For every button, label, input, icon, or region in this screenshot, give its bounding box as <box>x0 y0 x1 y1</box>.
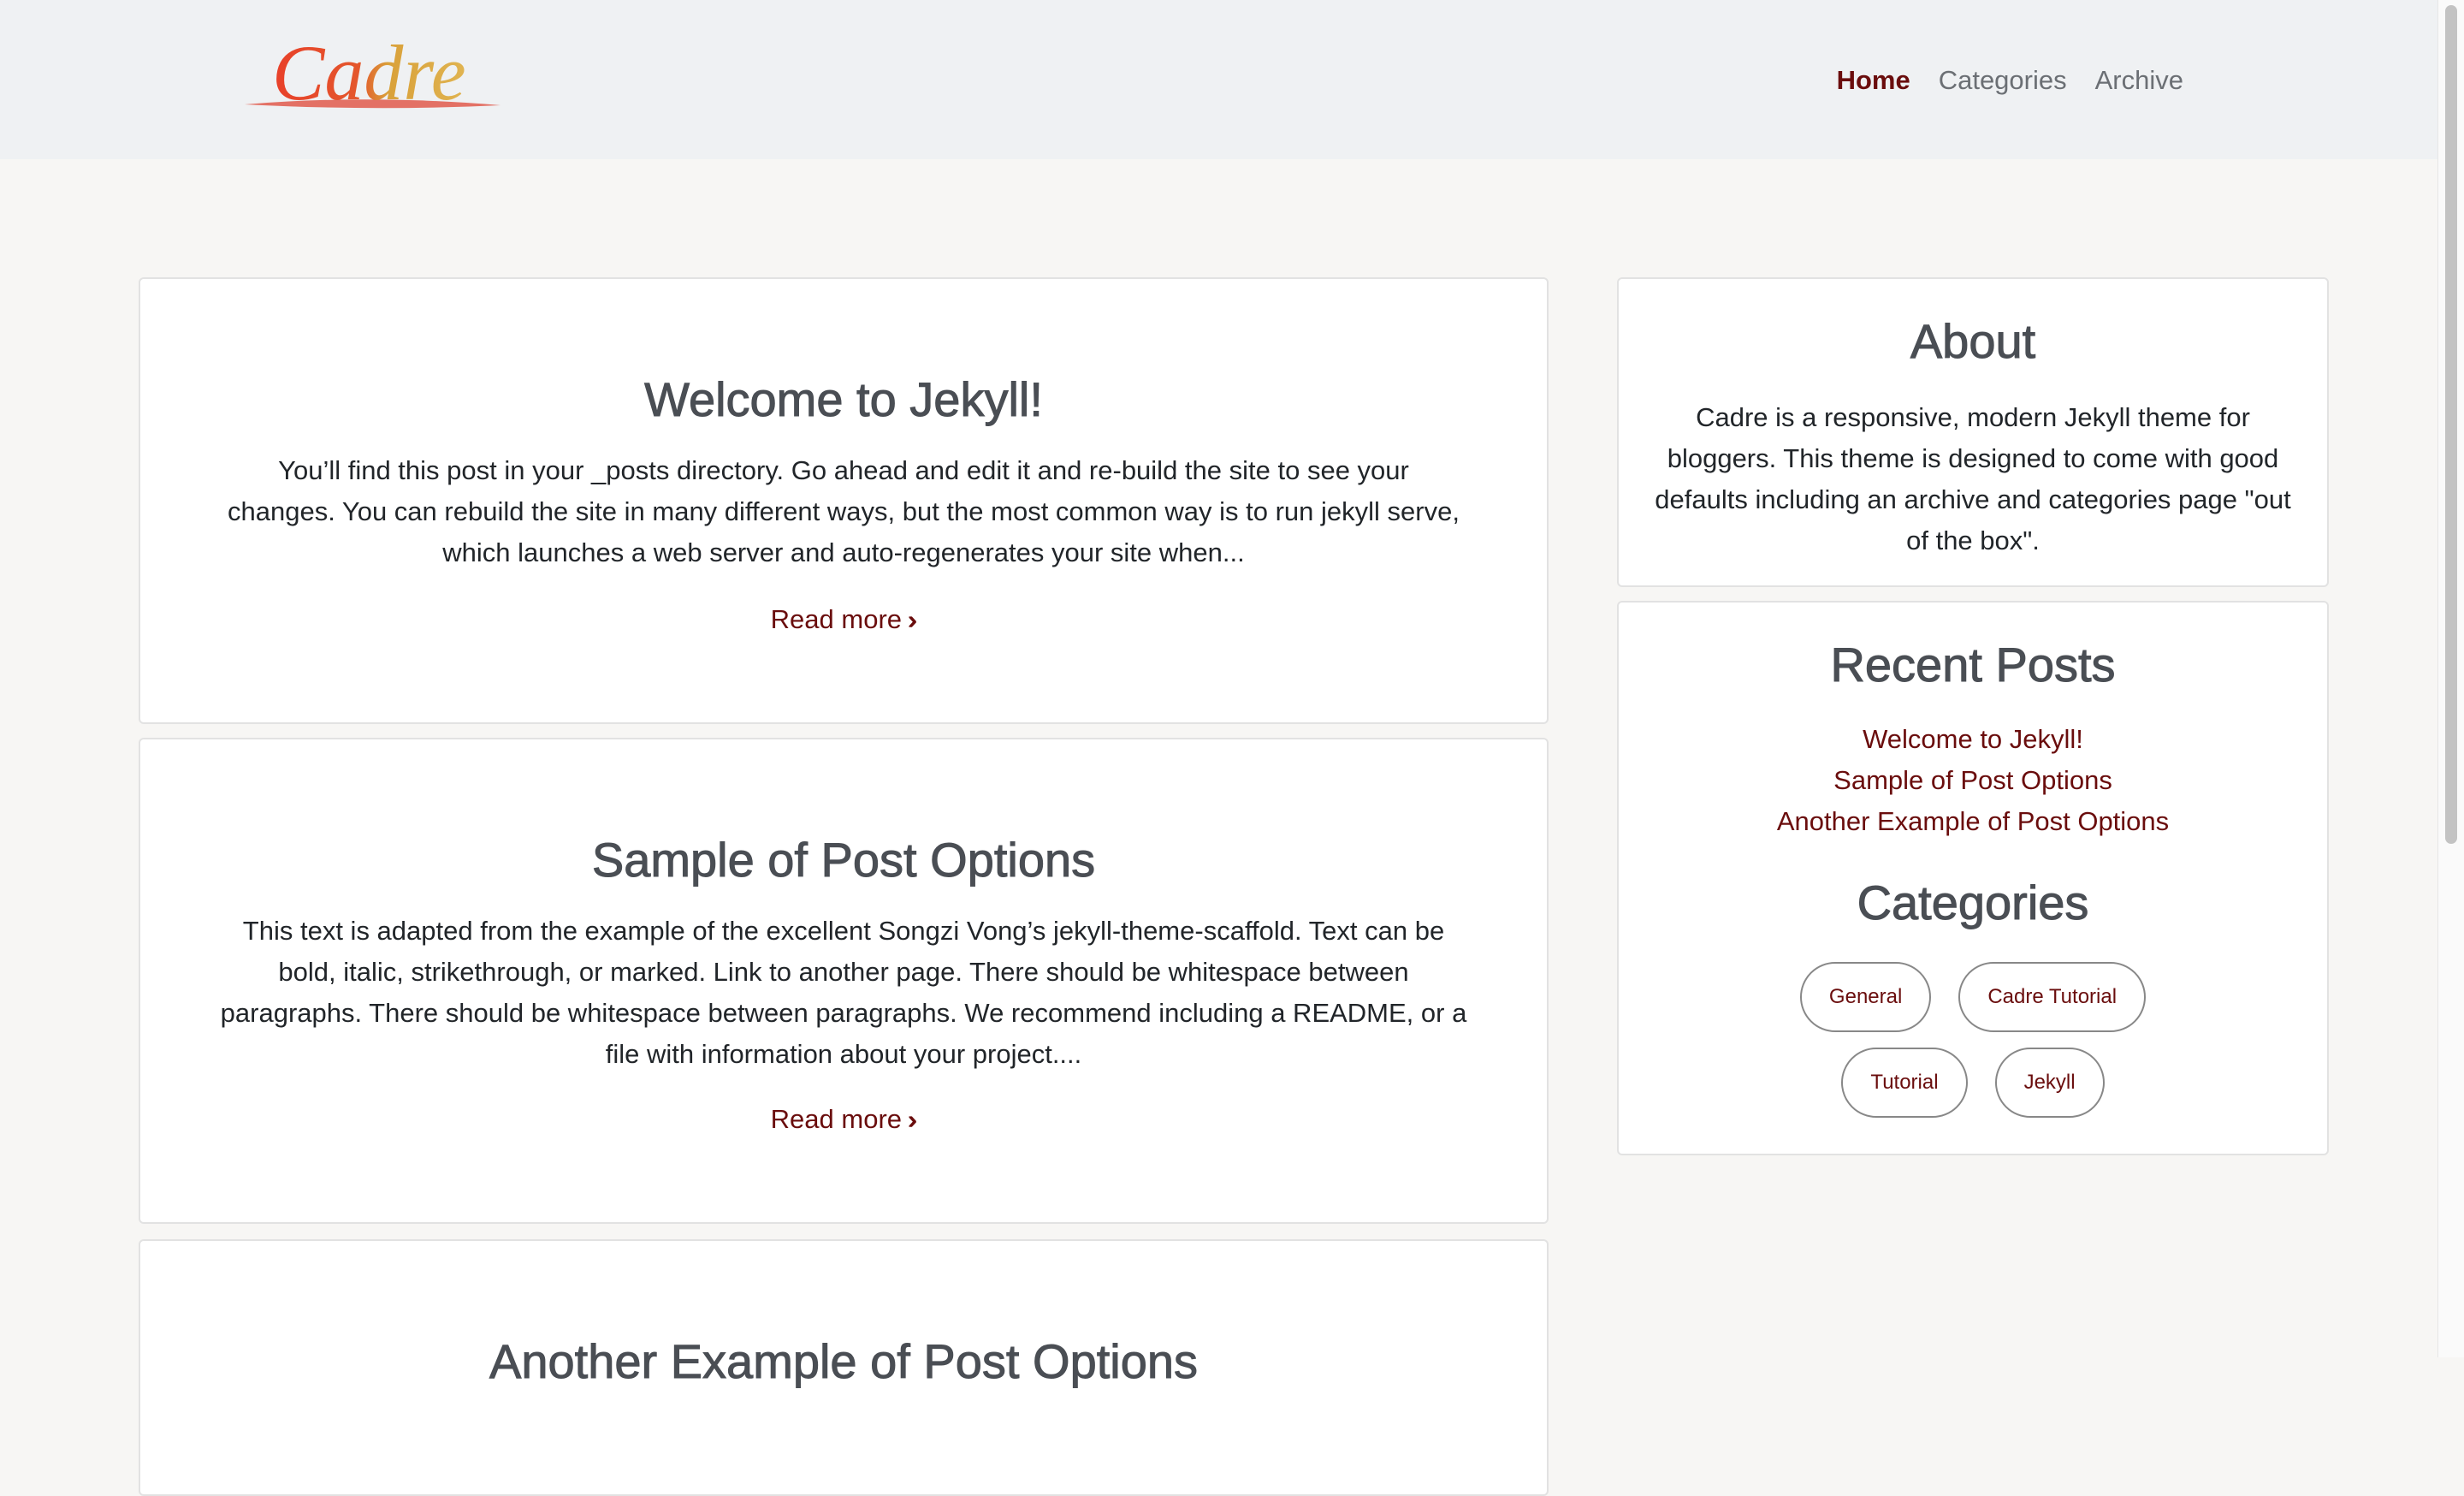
recent-post-link[interactable]: Sample of Post Options <box>1833 765 2112 795</box>
main-nav: Home Categories Archive <box>1809 62 2183 99</box>
read-more-label: Read more <box>770 604 903 634</box>
scrollbar-thumb[interactable] <box>2445 5 2457 844</box>
nav-home[interactable]: Home <box>1837 62 1910 99</box>
nav-archive[interactable]: Archive <box>2095 62 2183 99</box>
chevron-right-icon: › <box>908 606 917 634</box>
chevron-right-icon: › <box>908 1106 917 1134</box>
read-more-label: Read more <box>770 1104 903 1134</box>
post-excerpt: You’ll find this post in your _posts dir… <box>228 455 1460 567</box>
category-tag-cadre-tutorial[interactable]: Cadre Tutorial <box>1958 962 2147 1032</box>
post-excerpt: This text is adapted from the example of… <box>220 916 1467 1069</box>
categories-heading: Categories <box>1857 876 2089 930</box>
list-item: Welcome to Jekyll! <box>1619 719 2327 760</box>
recent-posts-list: Welcome to Jekyll! Sample of Post Option… <box>1619 719 2327 842</box>
list-item: Another Example of Post Options <box>1619 801 2327 842</box>
about-heading: About <box>1910 314 2036 369</box>
list-item: Sample of Post Options <box>1619 760 2327 801</box>
read-more-link[interactable]: Read more › <box>140 1104 1547 1135</box>
category-tag-tutorial[interactable]: Tutorial <box>1841 1048 1968 1118</box>
category-tags: General Cadre Tutorial Tutorial Jekyll <box>1619 962 2327 1133</box>
post-card: Sample of Post Options This text is adap… <box>139 738 1549 1224</box>
recent-post-link[interactable]: Another Example of Post Options <box>1777 806 2169 836</box>
vertical-scrollbar[interactable] <box>2437 0 2464 1357</box>
post-title[interactable]: Another Example of Post Options <box>140 1333 1547 1389</box>
recent-post-link[interactable]: Welcome to Jekyll! <box>1863 724 2083 754</box>
post-title[interactable]: Sample of Post Options <box>140 832 1547 888</box>
category-tag-general[interactable]: General <box>1799 962 1932 1032</box>
nav-categories[interactable]: Categories <box>1939 62 2067 99</box>
read-more-link[interactable]: Read more › <box>140 604 1547 635</box>
post-card: Welcome to Jekyll! You’ll find this post… <box>139 277 1549 724</box>
logo-text: Cadre <box>272 29 466 116</box>
recent-posts-heading: Recent Posts <box>1830 638 2116 692</box>
navbar: Cadre Home Categories Archive <box>0 0 2438 159</box>
post-card: Another Example of Post Options <box>139 1239 1549 1496</box>
about-text: Cadre is a responsive, modern Jekyll the… <box>1655 402 2291 555</box>
about-card: About Cadre is a responsive, modern Jeky… <box>1617 277 2329 587</box>
category-tag-jekyll[interactable]: Jekyll <box>1994 1048 2105 1118</box>
site-logo[interactable]: Cadre <box>240 22 505 116</box>
post-title[interactable]: Welcome to Jekyll! <box>140 371 1547 427</box>
cadre-logo-graphic: Cadre <box>245 29 500 116</box>
recent-categories-card: Recent Posts Welcome to Jekyll! Sample o… <box>1617 601 2329 1155</box>
